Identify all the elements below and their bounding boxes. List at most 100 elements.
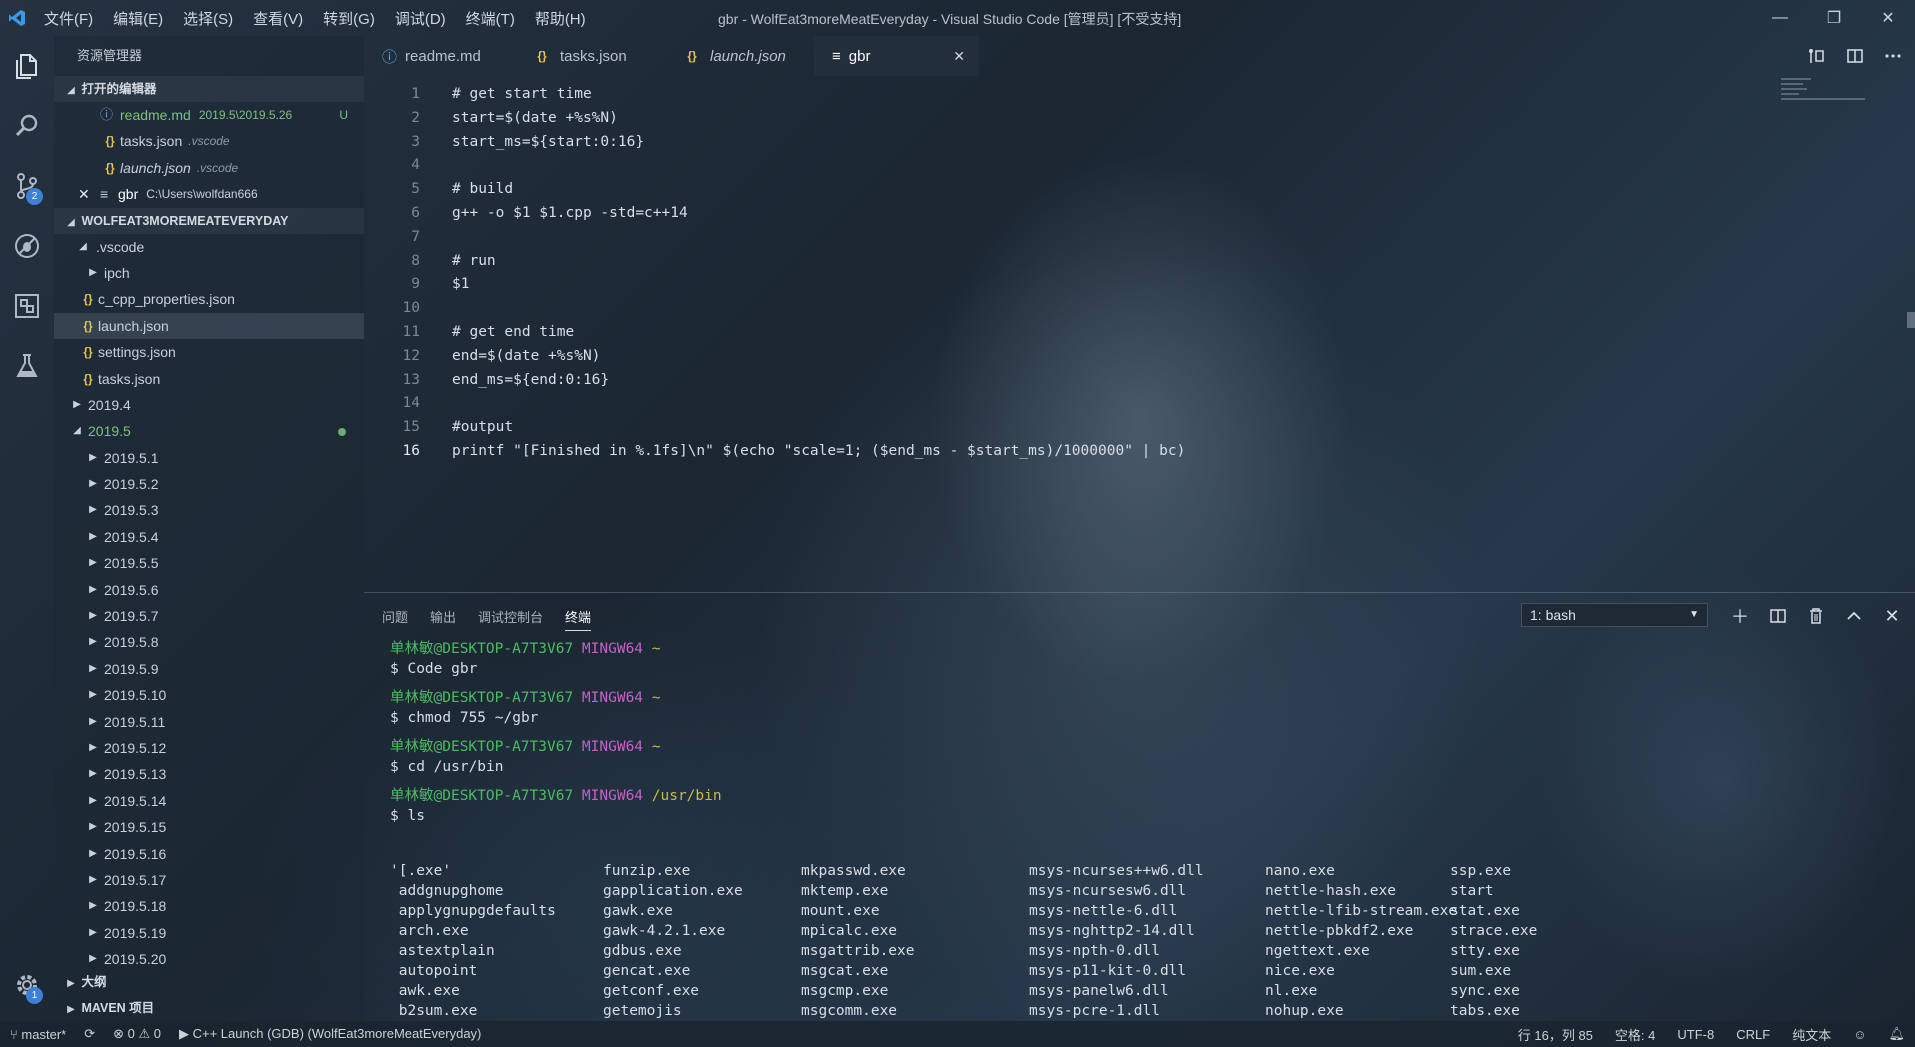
menu-selection[interactable]: 选择(S) <box>173 8 243 29</box>
menu-edit[interactable]: 编辑(E) <box>103 8 173 29</box>
tree-label: 2019.5.16 <box>104 845 167 862</box>
open-changes-icon[interactable] <box>1805 44 1829 68</box>
tree-folder[interactable]: ▶ 2019.5.8 <box>54 629 364 655</box>
ls-entry: msys-ncursesw6.dll <box>1029 883 1187 899</box>
open-editor-tasks[interactable]: {} tasks.json .vscode <box>54 128 364 154</box>
settings-gear-icon[interactable]: 1 <box>0 963 54 1007</box>
tab-problems[interactable]: 问题 <box>382 607 408 631</box>
terminal-select[interactable]: 1: bash ▼ <box>1521 603 1708 627</box>
terminal-output[interactable]: 单林敏@DESKTOP-A7T3V67 MINGW64 ~ $ Code gbr 单… <box>390 639 722 826</box>
tree-folder[interactable]: ▶ 2019.5.2 <box>54 471 364 497</box>
smiley-feedback-icon[interactable]: ☺ <box>1853 1027 1866 1042</box>
maven-header[interactable]: ▶ MAVEN 项目 <box>54 995 364 1021</box>
tab-debug-console[interactable]: 调试控制台 <box>478 607 543 631</box>
menu-terminal[interactable]: 终端(T) <box>456 8 525 29</box>
open-editor-gbr[interactable]: ✕ ≡ gbr C:\Users\wolfdan666 <box>54 181 364 207</box>
tab-gbr[interactable]: ≡ gbr ✕ <box>814 36 979 76</box>
test-flask-icon[interactable] <box>0 336 54 396</box>
tree-folder[interactable]: ▶ 2019.5.1 <box>54 445 364 471</box>
menu-view[interactable]: 查看(V) <box>243 8 313 29</box>
tree-file[interactable]: {} c_cpp_properties.json <box>54 286 364 312</box>
chevron-right-icon: ▶ <box>89 610 97 622</box>
tree-folder[interactable]: ▶ 2019.5.4 <box>54 524 364 550</box>
tree-folder[interactable]: ▶ 2019.5.3 <box>54 497 364 523</box>
split-editor-icon[interactable] <box>1843 44 1867 68</box>
tree-folder[interactable]: ▶ 2019.4 <box>54 392 364 418</box>
tab-readme[interactable]: ⓘ readme.md <box>364 36 514 76</box>
close-panel-icon[interactable]: ✕ <box>1879 603 1905 629</box>
tree-folder[interactable]: ▶ 2019.5.18 <box>54 893 364 919</box>
more-actions-icon[interactable] <box>1881 44 1905 68</box>
ls-entry: funzip.exe <box>603 863 691 879</box>
tree-folder[interactable]: ▶ 2019.5.19 <box>54 920 364 946</box>
open-editors-header[interactable]: ◢ 打开的编辑器 <box>54 76 364 102</box>
editor-scrollbar[interactable] <box>1907 312 1915 328</box>
tree-folder[interactable]: ▶ 2019.5.7 <box>54 603 364 629</box>
extensions-icon[interactable] <box>0 276 54 336</box>
branch-indicator[interactable]: ⑂ master* <box>10 1027 66 1042</box>
indentation[interactable]: 空格: 4 <box>1615 1025 1655 1044</box>
search-icon[interactable] <box>0 96 54 156</box>
bell-icon[interactable]: 🔔︎ <box>1888 1026 1905 1042</box>
restore-button[interactable]: ❐ <box>1807 0 1861 36</box>
line-number: 6 <box>411 205 420 221</box>
tree-folder[interactable]: ▶ 2019.5.12 <box>54 735 364 761</box>
ls-entry: msgattrib.exe <box>801 943 915 959</box>
tree-folder-ipch[interactable]: ▶ ipch <box>54 260 364 286</box>
tab-tasks[interactable]: {} tasks.json <box>514 36 664 76</box>
tree-folder[interactable]: ▶ 2019.5.10 <box>54 682 364 708</box>
menu-debug[interactable]: 调试(D) <box>385 8 456 29</box>
open-editor-launch[interactable]: {} launch.json .vscode <box>54 155 364 181</box>
split-terminal-icon[interactable] <box>1765 603 1791 629</box>
open-editor-readme[interactable]: ⓘ readme.md 2019.5\2019.5.26 U <box>54 102 364 128</box>
cursor-position[interactable]: 行 16，列 85 <box>1518 1025 1593 1044</box>
prompt-dir: ~ <box>651 690 661 706</box>
problems-indicator[interactable]: ⊗ 0 ⚠ 0 <box>113 1026 161 1042</box>
language-mode[interactable]: 纯文本 <box>1792 1025 1831 1044</box>
close-window-button[interactable]: ✕ <box>1861 0 1915 36</box>
tree-folder-expanded[interactable]: ◢ 2019.5 <box>54 418 364 444</box>
tree-folder[interactable]: ▶ 2019.5.6 <box>54 577 364 603</box>
minimize-button[interactable]: — <box>1753 0 1807 36</box>
tab-output[interactable]: 输出 <box>430 607 456 631</box>
tree-folder[interactable]: ▶ 2019.5.11 <box>54 709 364 735</box>
editor-actions <box>1805 44 1905 68</box>
tree-label: launch.json <box>98 317 169 334</box>
tree-folder-vscode[interactable]: ◢ .vscode <box>54 234 364 260</box>
close-icon[interactable]: ✕ <box>78 181 100 207</box>
encoding[interactable]: UTF-8 <box>1677 1027 1714 1042</box>
code-editor[interactable]: 1 # get start time 2 start=$(date +%s%N) 3 st… <box>364 76 1915 592</box>
line-ending[interactable]: CRLF <box>1736 1027 1770 1042</box>
tree-folder[interactable]: ▶ 2019.5.14 <box>54 788 364 814</box>
menu-help[interactable]: 帮助(H) <box>525 8 596 29</box>
new-terminal-icon[interactable]: ＋ <box>1727 603 1753 629</box>
explorer-icon[interactable] <box>0 36 54 96</box>
workspace-label: WOLFEAT3MOREMEATEVERYDAY <box>81 213 289 228</box>
tree-folder[interactable]: ▶ 2019.5.5 <box>54 550 364 576</box>
tab-launch[interactable]: {} launch.json <box>664 36 814 76</box>
source-control-icon[interactable]: 2 <box>0 156 54 216</box>
launch-config[interactable]: ▶ C++ Launch (GDB) (WolfEat3moreMeatEver… <box>179 1026 481 1042</box>
sync-icon[interactable]: ⟳ <box>84 1026 95 1042</box>
tree-file-selected[interactable]: {} launch.json <box>54 312 364 340</box>
menu-go[interactable]: 转到(G) <box>313 8 385 29</box>
tab-terminal[interactable]: 终端 <box>565 607 592 631</box>
tree-folder[interactable]: ▶ 2019.5.16 <box>54 841 364 867</box>
terminal-select-value: 1: bash <box>1530 607 1576 623</box>
line-number: 15 <box>402 419 420 436</box>
ls-entry: msgcmp.exe <box>801 983 889 999</box>
close-icon[interactable]: ✕ <box>953 48 965 65</box>
tree-file[interactable]: {} settings.json <box>54 339 364 365</box>
workspace-header[interactable]: ◢ WOLFEAT3MOREMEATEVERYDAY <box>54 207 364 234</box>
menu-file[interactable]: 文件(F) <box>34 8 103 29</box>
tree-folder[interactable]: ▶ 2019.5.9 <box>54 656 364 682</box>
maximize-panel-icon[interactable] <box>1841 603 1867 629</box>
trash-icon[interactable] <box>1803 603 1829 629</box>
outline-header[interactable]: ▶ 大纲 <box>54 969 364 995</box>
debug-icon[interactable] <box>0 216 54 276</box>
tree-file[interactable]: {} tasks.json <box>54 366 364 392</box>
tree-folder[interactable]: ▶ 2019.5.15 <box>54 814 364 840</box>
tree-folder[interactable]: ▶ 2019.5.13 <box>54 761 364 787</box>
tree-folder[interactable]: ▶ 2019.5.17 <box>54 867 364 893</box>
minimap[interactable] <box>1781 78 1867 112</box>
